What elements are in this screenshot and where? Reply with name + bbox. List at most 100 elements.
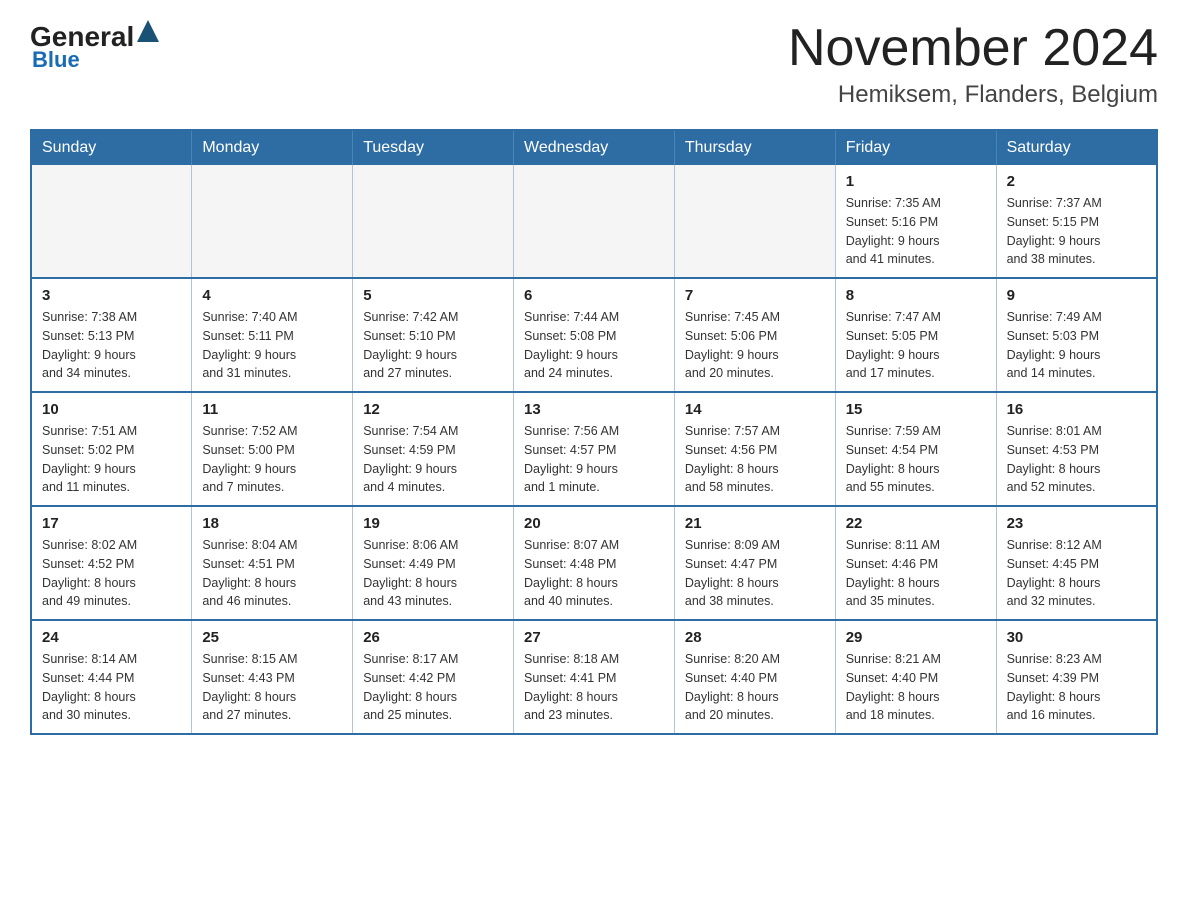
day-info: Sunrise: 8:14 AM Sunset: 4:44 PM Dayligh…: [42, 650, 181, 725]
calendar-cell: 21Sunrise: 8:09 AM Sunset: 4:47 PM Dayli…: [674, 506, 835, 620]
weekday-header-row: SundayMondayTuesdayWednesdayThursdayFrid…: [31, 130, 1157, 165]
calendar-cell: 24Sunrise: 8:14 AM Sunset: 4:44 PM Dayli…: [31, 620, 192, 734]
day-info: Sunrise: 8:21 AM Sunset: 4:40 PM Dayligh…: [846, 650, 986, 725]
day-number: 13: [524, 401, 664, 418]
calendar-cell: 6Sunrise: 7:44 AM Sunset: 5:08 PM Daylig…: [514, 278, 675, 392]
day-info: Sunrise: 8:06 AM Sunset: 4:49 PM Dayligh…: [363, 536, 503, 611]
weekday-header-saturday: Saturday: [996, 130, 1157, 165]
calendar-cell: [514, 165, 675, 278]
day-info: Sunrise: 8:01 AM Sunset: 4:53 PM Dayligh…: [1007, 422, 1146, 497]
day-number: 22: [846, 515, 986, 532]
calendar-cell: [192, 165, 353, 278]
weekday-header-wednesday: Wednesday: [514, 130, 675, 165]
day-info: Sunrise: 7:37 AM Sunset: 5:15 PM Dayligh…: [1007, 194, 1146, 269]
day-number: 20: [524, 515, 664, 532]
calendar-cell: 9Sunrise: 7:49 AM Sunset: 5:03 PM Daylig…: [996, 278, 1157, 392]
day-info: Sunrise: 8:17 AM Sunset: 4:42 PM Dayligh…: [363, 650, 503, 725]
day-info: Sunrise: 8:12 AM Sunset: 4:45 PM Dayligh…: [1007, 536, 1146, 611]
day-info: Sunrise: 7:45 AM Sunset: 5:06 PM Dayligh…: [685, 308, 825, 383]
calendar-cell: [674, 165, 835, 278]
day-number: 7: [685, 287, 825, 304]
calendar-cell: 28Sunrise: 8:20 AM Sunset: 4:40 PM Dayli…: [674, 620, 835, 734]
calendar-cell: 2 Sunrise: 7:37 AM Sunset: 5:15 PM Daylig…: [996, 165, 1157, 278]
calendar-cell: 29 Sunrise: 8:21 AM Sunset: 4:40 PM Dayli…: [835, 620, 996, 734]
day-number: 4: [202, 287, 342, 304]
day-info: Sunrise: 7:51 AM Sunset: 5:02 PM Dayligh…: [42, 422, 181, 497]
day-number: 19: [363, 515, 503, 532]
calendar-cell: 4 Sunrise: 7:40 AM Sunset: 5:11 PM Daylig…: [192, 278, 353, 392]
logo-blue-text: Blue: [32, 47, 80, 72]
day-number: 26: [363, 629, 503, 646]
weekday-header-sunday: Sunday: [31, 130, 192, 165]
day-info: Sunrise: 7:56 AM Sunset: 4:57 PM Dayligh…: [524, 422, 664, 497]
day-number: 6: [524, 287, 664, 304]
day-number: 12: [363, 401, 503, 418]
calendar-cell: 15 Sunrise: 7:59 AM Sunset: 4:54 PM Dayli…: [835, 392, 996, 506]
day-info: Sunrise: 8:04 AM Sunset: 4:51 PM Dayligh…: [202, 536, 342, 611]
day-number: 3: [42, 287, 181, 304]
day-number: 29: [846, 629, 986, 646]
calendar-cell: 7 Sunrise: 7:45 AM Sunset: 5:06 PM Daylig…: [674, 278, 835, 392]
title-block: November 2024 Hemiksem, Flanders, Belgiu…: [788, 20, 1158, 109]
day-info: Sunrise: 8:18 AM Sunset: 4:41 PM Dayligh…: [524, 650, 664, 725]
day-number: 30: [1007, 629, 1146, 646]
calendar-cell: 23 Sunrise: 8:12 AM Sunset: 4:45 PM Dayli…: [996, 506, 1157, 620]
calendar-cell: 20Sunrise: 8:07 AM Sunset: 4:48 PM Dayli…: [514, 506, 675, 620]
day-number: 2: [1007, 173, 1146, 190]
calendar-week-row: 24Sunrise: 8:14 AM Sunset: 4:44 PM Dayli…: [31, 620, 1157, 734]
calendar-cell: 3 Sunrise: 7:38 AM Sunset: 5:13 PM Daylig…: [31, 278, 192, 392]
calendar-cell: 26 Sunrise: 8:17 AM Sunset: 4:42 PM Dayli…: [353, 620, 514, 734]
day-info: Sunrise: 7:42 AM Sunset: 5:10 PM Dayligh…: [363, 308, 503, 383]
calendar-week-row: 1Sunrise: 7:35 AM Sunset: 5:16 PM Daylig…: [31, 165, 1157, 278]
day-number: 14: [685, 401, 825, 418]
day-info: Sunrise: 8:09 AM Sunset: 4:47 PM Dayligh…: [685, 536, 825, 611]
day-info: Sunrise: 7:54 AM Sunset: 4:59 PM Dayligh…: [363, 422, 503, 497]
weekday-header-monday: Monday: [192, 130, 353, 165]
day-info: Sunrise: 7:59 AM Sunset: 4:54 PM Dayligh…: [846, 422, 986, 497]
day-info: Sunrise: 7:35 AM Sunset: 5:16 PM Dayligh…: [846, 194, 986, 269]
day-number: 15: [846, 401, 986, 418]
calendar-cell: 17Sunrise: 8:02 AM Sunset: 4:52 PM Dayli…: [31, 506, 192, 620]
calendar-cell: 13 Sunrise: 7:56 AM Sunset: 4:57 PM Dayli…: [514, 392, 675, 506]
day-number: 8: [846, 287, 986, 304]
calendar-cell: [31, 165, 192, 278]
day-number: 23: [1007, 515, 1146, 532]
calendar-cell: 1Sunrise: 7:35 AM Sunset: 5:16 PM Daylig…: [835, 165, 996, 278]
day-info: Sunrise: 8:23 AM Sunset: 4:39 PM Dayligh…: [1007, 650, 1146, 725]
day-number: 17: [42, 515, 181, 532]
month-year-title: November 2024: [788, 20, 1158, 77]
calendar-cell: 27 Sunrise: 8:18 AM Sunset: 4:41 PM Dayli…: [514, 620, 675, 734]
calendar-cell: 12 Sunrise: 7:54 AM Sunset: 4:59 PM Dayli…: [353, 392, 514, 506]
logo: General Blue: [30, 20, 159, 73]
calendar-cell: 18Sunrise: 8:04 AM Sunset: 4:51 PM Dayli…: [192, 506, 353, 620]
calendar-cell: 22 Sunrise: 8:11 AM Sunset: 4:46 PM Dayli…: [835, 506, 996, 620]
calendar-cell: [353, 165, 514, 278]
calendar-week-row: 3 Sunrise: 7:38 AM Sunset: 5:13 PM Daylig…: [31, 278, 1157, 392]
day-number: 27: [524, 629, 664, 646]
calendar-cell: 16Sunrise: 8:01 AM Sunset: 4:53 PM Dayli…: [996, 392, 1157, 506]
day-number: 28: [685, 629, 825, 646]
day-info: Sunrise: 7:40 AM Sunset: 5:11 PM Dayligh…: [202, 308, 342, 383]
calendar-cell: 19 Sunrise: 8:06 AM Sunset: 4:49 PM Dayli…: [353, 506, 514, 620]
logo-triangle-icon: [137, 20, 159, 42]
weekday-header-tuesday: Tuesday: [353, 130, 514, 165]
page-header: General Blue November 2024 Hemiksem, Fla…: [30, 20, 1158, 109]
day-info: Sunrise: 8:15 AM Sunset: 4:43 PM Dayligh…: [202, 650, 342, 725]
calendar-week-row: 17Sunrise: 8:02 AM Sunset: 4:52 PM Dayli…: [31, 506, 1157, 620]
calendar-cell: 25 Sunrise: 8:15 AM Sunset: 4:43 PM Dayli…: [192, 620, 353, 734]
day-info: Sunrise: 8:11 AM Sunset: 4:46 PM Dayligh…: [846, 536, 986, 611]
day-number: 25: [202, 629, 342, 646]
day-info: Sunrise: 7:47 AM Sunset: 5:05 PM Dayligh…: [846, 308, 986, 383]
calendar-cell: 11 Sunrise: 7:52 AM Sunset: 5:00 PM Dayli…: [192, 392, 353, 506]
weekday-header-thursday: Thursday: [674, 130, 835, 165]
day-info: Sunrise: 7:57 AM Sunset: 4:56 PM Dayligh…: [685, 422, 825, 497]
day-number: 9: [1007, 287, 1146, 304]
day-info: Sunrise: 7:52 AM Sunset: 5:00 PM Dayligh…: [202, 422, 342, 497]
calendar-cell: 5Sunrise: 7:42 AM Sunset: 5:10 PM Daylig…: [353, 278, 514, 392]
calendar-table: SundayMondayTuesdayWednesdayThursdayFrid…: [30, 129, 1158, 735]
day-number: 11: [202, 401, 342, 418]
day-info: Sunrise: 7:38 AM Sunset: 5:13 PM Dayligh…: [42, 308, 181, 383]
weekday-header-friday: Friday: [835, 130, 996, 165]
calendar-cell: 14 Sunrise: 7:57 AM Sunset: 4:56 PM Dayli…: [674, 392, 835, 506]
location-subtitle: Hemiksem, Flanders, Belgium: [788, 81, 1158, 109]
